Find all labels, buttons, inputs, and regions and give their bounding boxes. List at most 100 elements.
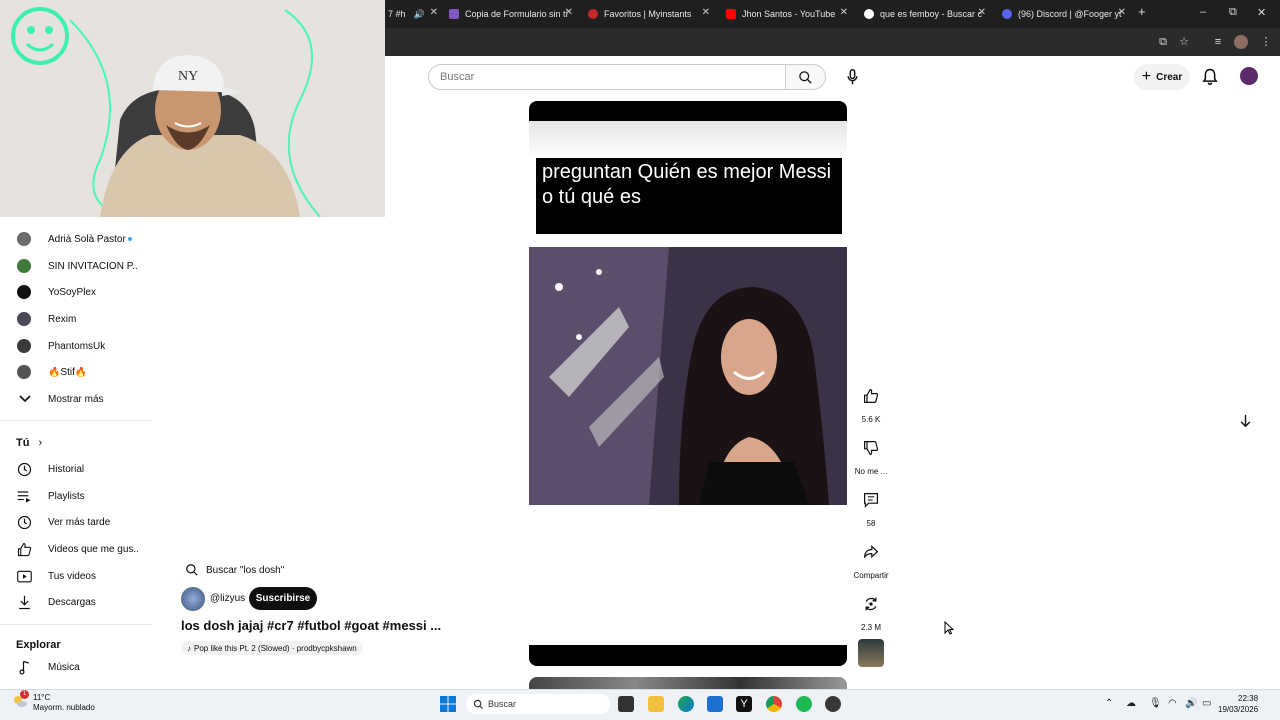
you-section-link[interactable]: Tú › [16, 437, 42, 449]
close-tab-icon[interactable]: ✕ [702, 7, 710, 18]
weather-icon[interactable]: 1 [12, 690, 29, 709]
search-button[interactable] [786, 64, 826, 90]
music-label: Pop like this Pt. 2 (Slowed) · prodbycpk… [194, 643, 357, 653]
search-input[interactable]: Buscar [428, 64, 786, 90]
battery-icon[interactable]: ▭ [1202, 698, 1211, 709]
create-button[interactable]: + Crear [1134, 64, 1190, 90]
windows-start-icon[interactable] [440, 696, 456, 712]
minimize-button[interactable]: – [1200, 6, 1206, 18]
sidebar-item-label: Videos que me gus... [48, 543, 138, 555]
comments-count: 58 [866, 519, 876, 528]
account-avatar[interactable] [1240, 67, 1258, 85]
short-video-player[interactable] [529, 247, 847, 505]
tab-youtube-shorts[interactable]: 7 #h 🔊 ✕ [388, 4, 438, 24]
sidebar-item-your-videos[interactable]: Tus videos [0, 563, 152, 589]
channel-handle[interactable]: @lizyus [210, 593, 245, 604]
close-tab-icon[interactable]: ✕ [978, 7, 986, 18]
spotify-icon[interactable] [796, 696, 812, 712]
close-tab-icon[interactable]: ✕ [840, 7, 848, 18]
tab-jhon-santos[interactable]: Jhon Santos - YouTube ✕ [726, 4, 848, 24]
speaker-icon[interactable]: 🔊 [414, 9, 425, 20]
tab-label: que es femboy - Buscar c [880, 9, 983, 19]
playlist-icon [17, 489, 32, 504]
subscribe-button[interactable]: Suscribirse [249, 587, 317, 610]
thumbs-up-icon [17, 542, 32, 557]
sidebar-item-watch-later[interactable]: Ver más tarde [0, 509, 152, 535]
app-icon[interactable] [825, 696, 841, 712]
profile-avatar-icon[interactable] [1234, 35, 1248, 49]
like-count: 5.6 K [861, 415, 881, 424]
chrome-menu-icon[interactable]: ⋮ [1259, 35, 1273, 49]
tray-overflow-icon[interactable]: ⌃ [1105, 698, 1113, 709]
tab-formulario[interactable]: Copia de Formulario sin tí ✕ [449, 4, 573, 24]
app-y-icon[interactable]: Y [736, 696, 752, 712]
channel-avatar [17, 365, 31, 379]
related-search-chip[interactable]: Buscar "los dosh" [181, 560, 292, 580]
next-short-preview[interactable] [529, 677, 847, 689]
sidebar-item-music[interactable]: Música [0, 654, 152, 680]
comment-icon [858, 487, 884, 513]
subscription-item[interactable]: Adrià Solà Pastor [0, 226, 152, 252]
next-short-button[interactable] [1232, 408, 1258, 434]
video-icon [17, 569, 32, 584]
close-tab-icon[interactable]: ✕ [565, 7, 573, 18]
install-app-icon[interactable]: ⧉ [1156, 35, 1170, 49]
sound-channel-thumbnail[interactable] [858, 639, 884, 667]
subscription-item[interactable]: 🔥Stif🔥 [0, 359, 152, 385]
comments-button[interactable]: 58 [852, 487, 890, 528]
media-control-icon[interactable]: ≡ [1211, 35, 1225, 49]
onedrive-icon[interactable]: ☁ [1126, 698, 1136, 709]
notifications-button[interactable] [1202, 68, 1218, 90]
close-tab-icon[interactable]: ✕ [430, 7, 438, 18]
microphone-icon [846, 69, 858, 85]
microphone-icon[interactable]: 🎙 [1149, 698, 1162, 709]
sidebar-item-liked-videos[interactable]: Videos que me gus... [0, 536, 152, 562]
close-tab-icon[interactable]: ✕ [1118, 7, 1126, 18]
weather-widget[interactable]: 11°C Mayorm. nublado [33, 693, 95, 713]
dislike-button[interactable]: No me ... [852, 435, 890, 476]
thumbs-down-icon [858, 435, 884, 461]
taskbar-clock[interactable]: 22:38 19/03/2026 [1218, 693, 1258, 715]
tab-myinstants[interactable]: Favoritos | Myinstants ✕ [588, 4, 710, 24]
share-button[interactable]: Compartir [852, 539, 890, 580]
store-icon[interactable] [707, 696, 723, 712]
volume-icon[interactable]: 🔊 [1185, 698, 1197, 709]
bookmark-star-icon[interactable]: ☆ [1177, 35, 1191, 49]
create-label: Crear [1156, 71, 1183, 83]
weather-temp: 11°C [33, 693, 51, 702]
channel-avatar[interactable] [181, 587, 205, 611]
subscription-item[interactable]: PhantomsUk [0, 333, 152, 359]
sidebar-item-historial[interactable]: Historial [0, 456, 152, 482]
new-tab-button[interactable]: + [1138, 4, 1146, 19]
like-button[interactable]: 5.6 K [852, 383, 890, 424]
sidebar-item-label: Música [48, 661, 80, 673]
remix-button[interactable]: 2.3 M [852, 591, 890, 632]
tab-discord[interactable]: (96) Discord | @Fooger yt ✕ [1002, 4, 1126, 24]
edge-icon[interactable] [678, 696, 694, 712]
sidebar-item-downloads[interactable]: Descargas [0, 589, 152, 615]
voice-search-button[interactable] [839, 64, 865, 90]
sidebar-item-playlists[interactable]: Playlists [0, 483, 152, 509]
channel-avatar [17, 312, 31, 326]
clock-time: 22:38 [1238, 694, 1259, 703]
subscription-item[interactable]: SIN INVITACIÓN P... [0, 253, 152, 279]
sidebar-item-label: Tus videos [48, 570, 96, 582]
maximize-button[interactable]: ⧉ [1229, 6, 1237, 19]
close-window-button[interactable]: ✕ [1257, 6, 1266, 19]
short-title[interactable]: los dosh jajaj #cr7 #futbol #goat #messi… [181, 618, 441, 633]
tab-google-search[interactable]: que es femboy - Buscar c ✕ [864, 4, 986, 24]
subscription-item[interactable]: YoSoyPlex [0, 279, 152, 305]
clock-date: 19/03/2026 [1218, 705, 1259, 714]
channel-avatar [17, 232, 31, 246]
file-explorer-icon[interactable] [648, 696, 664, 712]
show-more-button[interactable]: Mostrar más [0, 386, 152, 412]
short-video-bottom [529, 645, 847, 666]
wifi-icon[interactable]: ◠ [1168, 698, 1177, 709]
channel-avatar [17, 339, 31, 353]
streamer-camera-image: NY [0, 0, 385, 217]
task-view-icon[interactable] [618, 696, 634, 712]
taskbar-search[interactable]: Buscar [466, 694, 610, 714]
subscription-item[interactable]: Rexim [0, 306, 152, 332]
chrome-icon[interactable] [766, 696, 782, 712]
music-chip[interactable]: ♪ Pop like this Pt. 2 (Slowed) · prodbyc… [181, 641, 363, 655]
